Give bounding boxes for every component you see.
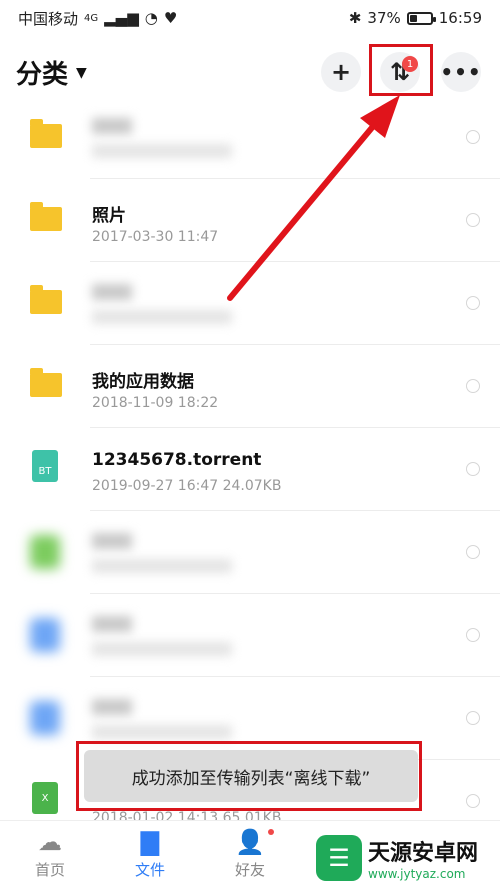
tab-label: 文件 xyxy=(134,861,165,879)
tab-2[interactable]: 👤 好友 xyxy=(210,825,290,880)
file-folder-icon: ▇ xyxy=(140,828,160,856)
watermark-title: 天源安卓网 xyxy=(368,840,479,866)
watermark-url: www.jytyaz.com xyxy=(368,866,466,881)
tab-label: 好友 xyxy=(234,861,265,879)
home-cloud-icon: ☁ xyxy=(38,828,62,856)
watermark-logo-icon: ☰ xyxy=(316,834,362,881)
watermark: ☰ 天源安卓网 www.jytyaz.com xyxy=(316,826,500,889)
notification-dot xyxy=(268,829,274,835)
annotation-box-toast xyxy=(76,741,422,811)
friends-icon: 👤 xyxy=(235,828,265,856)
tab-label: 首页 xyxy=(34,861,65,879)
tab-0[interactable]: ☁ 首页 xyxy=(10,825,90,880)
tab-1[interactable]: ▇ 文件 xyxy=(110,825,190,880)
